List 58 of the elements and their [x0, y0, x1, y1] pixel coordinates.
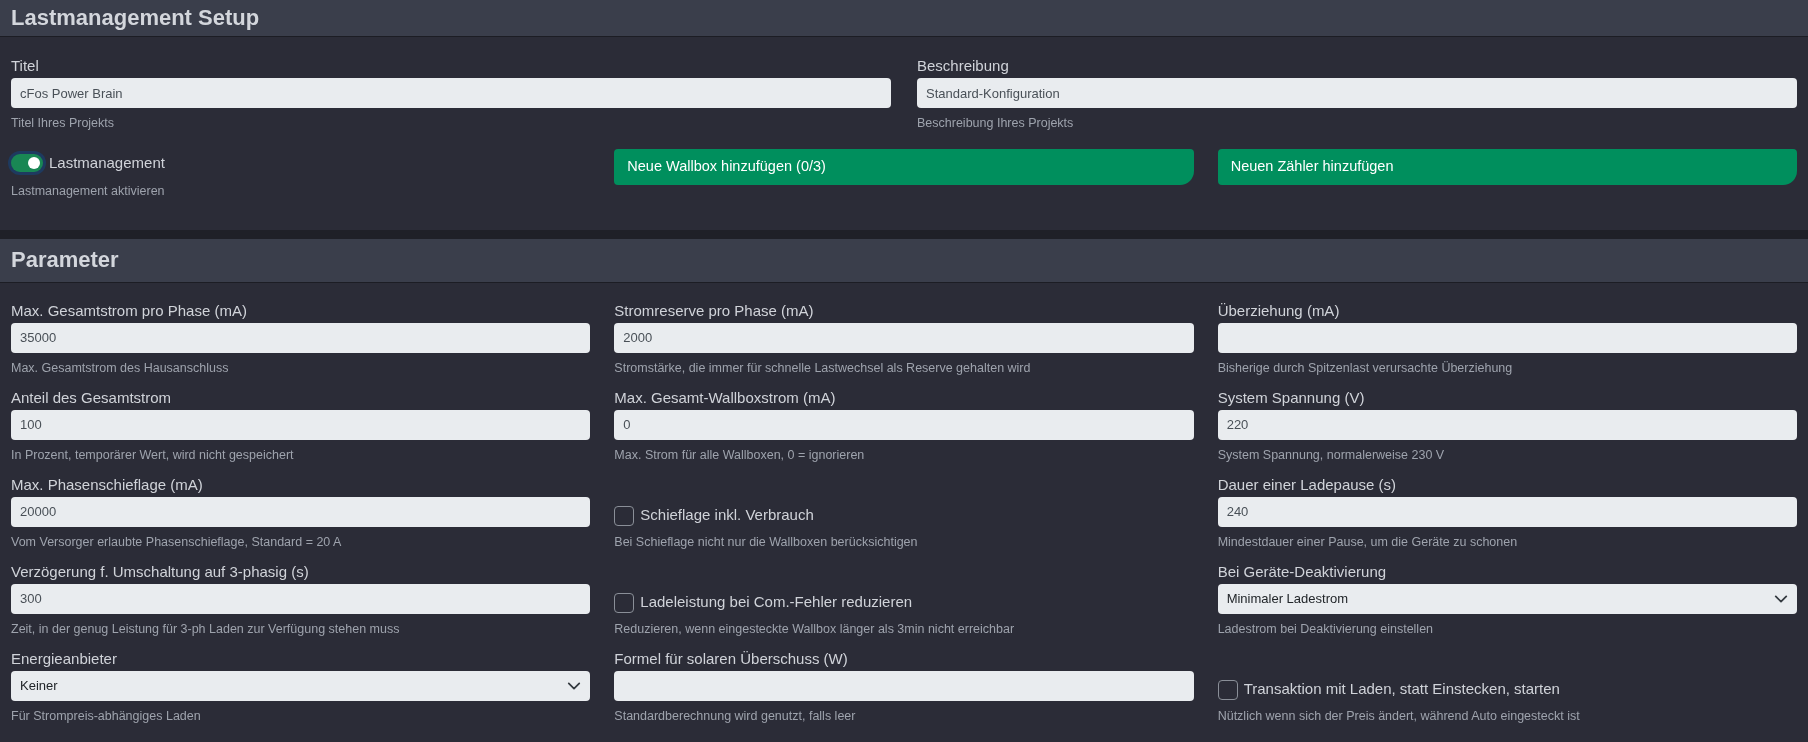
- toggle-label: Lastmanagement: [49, 153, 165, 173]
- help-text: System Spannung, normalerweise 230 V: [1217, 446, 1446, 463]
- field-label: Überziehung (mA): [1217, 300, 1341, 321]
- field-label: Beschreibung: [917, 56, 1010, 76]
- input-field[interactable]: 0: [614, 409, 1194, 440]
- dropdown[interactable]: Minimaler Ladestrom: [1217, 583, 1797, 614]
- checkbox-label: Schieflage inkl. Verbrauch: [640, 505, 814, 526]
- help-text: Beschreibung Ihres Projekts: [917, 115, 1075, 131]
- help-text: Titel Ihres Projekts: [11, 115, 116, 131]
- field-label: Stromreserve pro Phase (mA): [614, 300, 815, 321]
- checkbox[interactable]: [614, 592, 635, 613]
- input-field[interactable]: 300: [11, 583, 591, 614]
- section-title: Parameter: [11, 249, 119, 271]
- field-label: Max. Phasenschieflage (mA): [11, 474, 204, 495]
- field-label: Max. Gesamtstrom pro Phase (mA): [11, 300, 248, 321]
- help-text: Zeit, in der genug Leistung für 3-ph Laden zur Verfügung stehen muss: [11, 620, 401, 637]
- input-field[interactable]: 100: [11, 409, 591, 440]
- input-field[interactable]: 2000: [614, 322, 1194, 353]
- help-text: Bisherige durch Spitzenlast verursachte Überziehung: [1217, 359, 1514, 376]
- help-text: Max. Strom für alle Wallboxen, 0 = ignorieren: [614, 446, 866, 463]
- checkbox-label: Transaktion mit Laden, statt Einstecken, starten: [1243, 679, 1560, 700]
- field-label: System Spannung (V): [1217, 387, 1366, 408]
- help-text: Reduzieren, wenn eingesteckte Wallbox länger als 3min nicht erreichbar: [614, 620, 1016, 637]
- field-label: Max. Gesamt-Wallboxstrom (mA): [614, 387, 837, 408]
- input-field[interactable]: Standard-Konfiguration: [917, 78, 1797, 108]
- input-field[interactable]: 220: [1217, 409, 1797, 440]
- input-field[interactable]: 240: [1217, 496, 1797, 527]
- input-field[interactable]: [614, 670, 1194, 701]
- input-field[interactable]: [1217, 322, 1797, 353]
- help-text: Stromstärke, die immer für schnelle Lastwechsel als Reserve gehalten wird: [614, 359, 1032, 376]
- help-text: Nützlich wenn sich der Preis ändert, während Auto eingesteckt ist: [1217, 707, 1581, 724]
- checkbox[interactable]: [614, 505, 635, 526]
- help-text: Lastmanagement aktivieren: [11, 182, 166, 199]
- input-field[interactable]: 20000: [11, 496, 591, 527]
- help-text: Bei Schieflage nicht nur die Wallboxen berücksichtigen: [614, 533, 919, 550]
- help-text: Für Strompreis-abhängiges Laden: [11, 707, 202, 724]
- help-text: Vom Versorger erlaubte Phasenschieflage, Standard = 20 A: [11, 533, 343, 550]
- toggle-switch[interactable]: [11, 154, 43, 173]
- field-label: Verzögerung f. Umschaltung auf 3-phasig (s): [11, 561, 310, 582]
- input-field[interactable]: 35000: [11, 322, 591, 353]
- help-text: Standardberechnung wird genutzt, falls leer: [614, 707, 857, 724]
- field-label: Dauer einer Ladepause (s): [1217, 474, 1398, 495]
- dropdown[interactable]: Keiner: [11, 670, 591, 701]
- help-text: Mindestdauer einer Pause, um die Geräte zu schonen: [1217, 533, 1519, 550]
- field-label: Formel für solaren Überschuss (W): [614, 648, 849, 669]
- checkbox-label: Ladeleistung bei Com.-Fehler reduzieren: [640, 592, 913, 613]
- input-field[interactable]: cFos Power Brain: [11, 78, 891, 108]
- checkbox[interactable]: [1217, 679, 1238, 700]
- help-text: Max. Gesamtstrom des Hausanschluss: [11, 359, 230, 376]
- help-text: Ladestrom bei Deaktivierung einstellen: [1217, 620, 1435, 637]
- help-text: In Prozent, temporärer Wert, wird nicht gespeichert: [11, 446, 295, 463]
- add-button[interactable]: Neuen Zähler hinzufügen: [1217, 149, 1797, 185]
- field-label: Anteil des Gesamtstrom: [11, 387, 173, 408]
- field-label: Energieanbieter: [11, 648, 118, 669]
- section-title: Lastmanagement Setup: [11, 7, 260, 29]
- field-label: Bei Geräte-Deaktivierung: [1217, 561, 1388, 582]
- field-label: Titel: [11, 56, 40, 76]
- add-button[interactable]: Neue Wallbox hinzufügen (0/3): [614, 149, 1194, 185]
